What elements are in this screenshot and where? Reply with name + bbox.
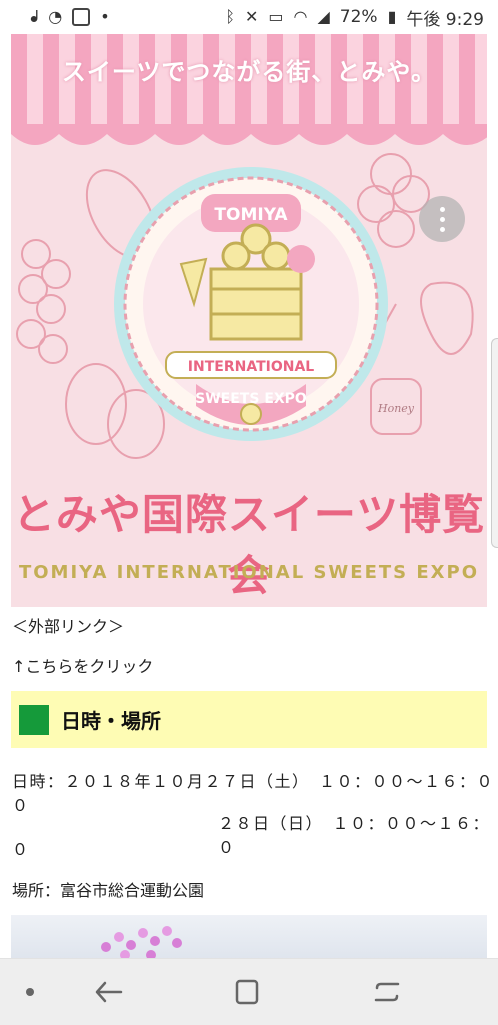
home-icon[interactable] [231, 977, 263, 1007]
wifi-icon: ◠ [293, 7, 308, 26]
external-link-label[interactable]: ＜外部リンク＞ [12, 613, 124, 637]
badge-bottom-text: SWEETS EXPO [195, 391, 307, 407]
navigation-bar [0, 958, 498, 1025]
clock: 午後 9:29 [406, 9, 484, 30]
bluetooth-icon: ᛒ [225, 7, 235, 26]
dot-icon: • [100, 7, 110, 26]
more-options-button[interactable] [419, 196, 465, 242]
more-dot [439, 216, 445, 222]
shield-icon [72, 8, 91, 26]
recent-apps-icon[interactable] [371, 977, 403, 1007]
battery-icon: ▮ [387, 7, 397, 26]
badge-mid-text: INTERNATIONAL [188, 359, 314, 375]
mute-icon: ✕ [244, 7, 259, 26]
banner-title-en: TOMIYA INTERNATIONAL SWEETS EXPO [18, 562, 480, 583]
more-dot [439, 226, 445, 232]
venue-line: 場所：富谷市総合運動公園 [12, 881, 205, 900]
datetime-line-2-wrap: ０ [12, 840, 29, 859]
awning [11, 34, 487, 145]
more-dot [439, 206, 445, 212]
click-here-link[interactable]: ↑こちらをクリック [12, 653, 153, 677]
signal-icon: ◢ [317, 7, 330, 26]
honey-jar-label: Honey [377, 402, 415, 415]
section-heading-datetime-venue: 日時・場所 [11, 691, 487, 748]
datetime-line-1: 日時：２０１８年１０月２７日（土） １０：００〜１６：００ [12, 772, 495, 815]
status-left: ᖱ ◔ • [30, 8, 110, 26]
volte-icon: ▭ [268, 7, 284, 26]
status-bar: ᖱ ◔ • ᛒ ✕ ▭ ◠ ◢ 72% ▮ 午後 9:29 [0, 0, 498, 34]
back-icon[interactable] [93, 977, 125, 1007]
datetime-line-2: ２８日（日） １０：００〜１６：０ [218, 814, 491, 857]
nav-dot-icon[interactable] [26, 988, 34, 996]
section-heading-text: 日時・場所 [61, 709, 161, 733]
app-icon: ᖱ [30, 7, 39, 26]
banner-title-jp: とみや国際スイーツ博覧会 [12, 490, 486, 600]
badge-top-text: TOMIYA [214, 205, 288, 225]
heading-square-icon [19, 704, 49, 735]
wifi-calling-icon: ◔ [48, 7, 63, 26]
expo-banner-image[interactable]: TOMIYA INTERNATIONAL SWEETS EXPO Honey ス… [11, 34, 487, 607]
edge-panel-handle[interactable] [491, 338, 498, 548]
battery-level: 72% [339, 7, 378, 27]
banner-tagline: スイーツでつながる街、とみや。 [61, 58, 437, 86]
status-right: ᛒ ✕ ▭ ◠ ◢ 72% ▮ 午後 9:29 [225, 5, 484, 30]
